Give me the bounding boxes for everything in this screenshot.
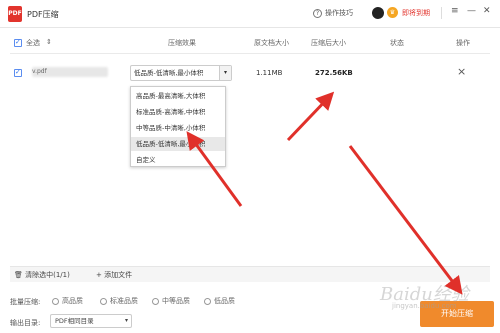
close-icon[interactable]: ✕ (483, 6, 491, 16)
sort-icon[interactable]: ⇕ (46, 38, 52, 46)
compression-select[interactable]: 低品质-低清晰,最小体积 ▾ (130, 65, 232, 81)
radio-dot[interactable] (204, 297, 211, 305)
compressed-size: 272.56KB (315, 69, 353, 77)
radio-label: 低品质 (214, 297, 235, 305)
radio-dot[interactable] (100, 297, 107, 305)
help-icon: ? (313, 8, 322, 18)
app-logo: PDF (8, 6, 22, 22)
trash-icon: 🗑 (14, 271, 23, 279)
tips-label: 操作技巧 (325, 9, 353, 17)
minimize-icon[interactable]: — (467, 6, 476, 16)
option-custom[interactable]: 自定义 (131, 153, 225, 167)
menu-icon[interactable]: ≡ (451, 6, 459, 16)
select-all-checkbox[interactable] (14, 38, 22, 47)
header-original-size: 原文档大小 (254, 39, 289, 47)
option-high[interactable]: 高品质-最高清晰,大体积 (131, 89, 225, 103)
title-bar: PDF PDF压缩 ? 操作技巧 ♛ 即将到期 ≡ — ✕ (0, 0, 500, 28)
add-file-button[interactable]: + 添加文件 (96, 270, 132, 280)
option-standard[interactable]: 标准品质-高清晰,中体积 (131, 105, 225, 119)
row-checkbox[interactable] (14, 68, 22, 77)
compression-options: 高品质-最高清晰,大体积 标准品质-高清晰,中体积 中等品质-中清晰,小体积 低… (130, 86, 226, 167)
header-compression: 压缩效果 (168, 39, 196, 47)
start-compress-button[interactable]: 开始压缩 (420, 301, 494, 327)
header-compressed-size: 压缩后大小 (311, 39, 346, 47)
table-header: 全选 ⇕ 压缩效果 原文档大小 压缩后大小 状态 操作 (10, 32, 490, 54)
window-title: PDF压缩 (27, 10, 59, 19)
radio-low[interactable]: 低品质 (204, 296, 235, 306)
table-row[interactable]: v.pdf 低品质-低清晰,最小体积 ▾ 1.11MB 272.56KB × (10, 60, 490, 88)
header-action: 操作 (456, 39, 470, 47)
radio-label: 高品质 (62, 297, 83, 305)
chevron-down-icon[interactable]: ▾ (125, 315, 128, 327)
vip-badge-icon: ♛ (387, 7, 398, 18)
radio-standard[interactable]: 标准品质 (100, 296, 138, 306)
delete-icon[interactable]: × (457, 65, 466, 78)
clear-selected-label: 清除选中(1/1) (25, 271, 70, 279)
radio-label: 标准品质 (110, 297, 138, 305)
option-medium[interactable]: 中等品质-中清晰,小体积 (131, 121, 225, 135)
radio-dot[interactable] (52, 297, 59, 305)
batch-label: 批量压缩: (10, 298, 41, 306)
arrow-to-compressed-size (286, 91, 335, 142)
tips-link[interactable]: ? 操作技巧 (313, 8, 353, 18)
avatar[interactable] (372, 7, 384, 19)
option-low[interactable]: 低品质-低清晰,最小体积 (131, 137, 225, 151)
radio-medium[interactable]: 中等品质 (152, 296, 190, 306)
radio-label: 中等品质 (162, 297, 190, 305)
divider (441, 7, 442, 19)
plus-icon: + (96, 271, 102, 279)
select-all-label: 全选 (26, 39, 40, 47)
clear-selected-button[interactable]: 🗑 清除选中(1/1) (14, 270, 70, 280)
add-file-label: 添加文件 (104, 271, 133, 279)
header-status: 状态 (390, 39, 404, 47)
filename: v.pdf (32, 68, 47, 75)
radio-dot[interactable] (152, 297, 159, 305)
file-actions-bar: 🗑 清除选中(1/1) + 添加文件 (10, 266, 490, 282)
output-value: PDF相同目录 (55, 317, 94, 325)
radio-high[interactable]: 高品质 (52, 296, 83, 306)
original-size: 1.11MB (256, 69, 283, 77)
compression-value: 低品质-低清晰,最小体积 (134, 69, 204, 77)
expire-link[interactable]: 即将到期 (402, 8, 430, 18)
output-label: 输出目录: (10, 319, 41, 327)
chevron-down-icon[interactable]: ▾ (219, 66, 231, 80)
output-select[interactable]: PDF相同目录 ▾ (50, 314, 132, 328)
